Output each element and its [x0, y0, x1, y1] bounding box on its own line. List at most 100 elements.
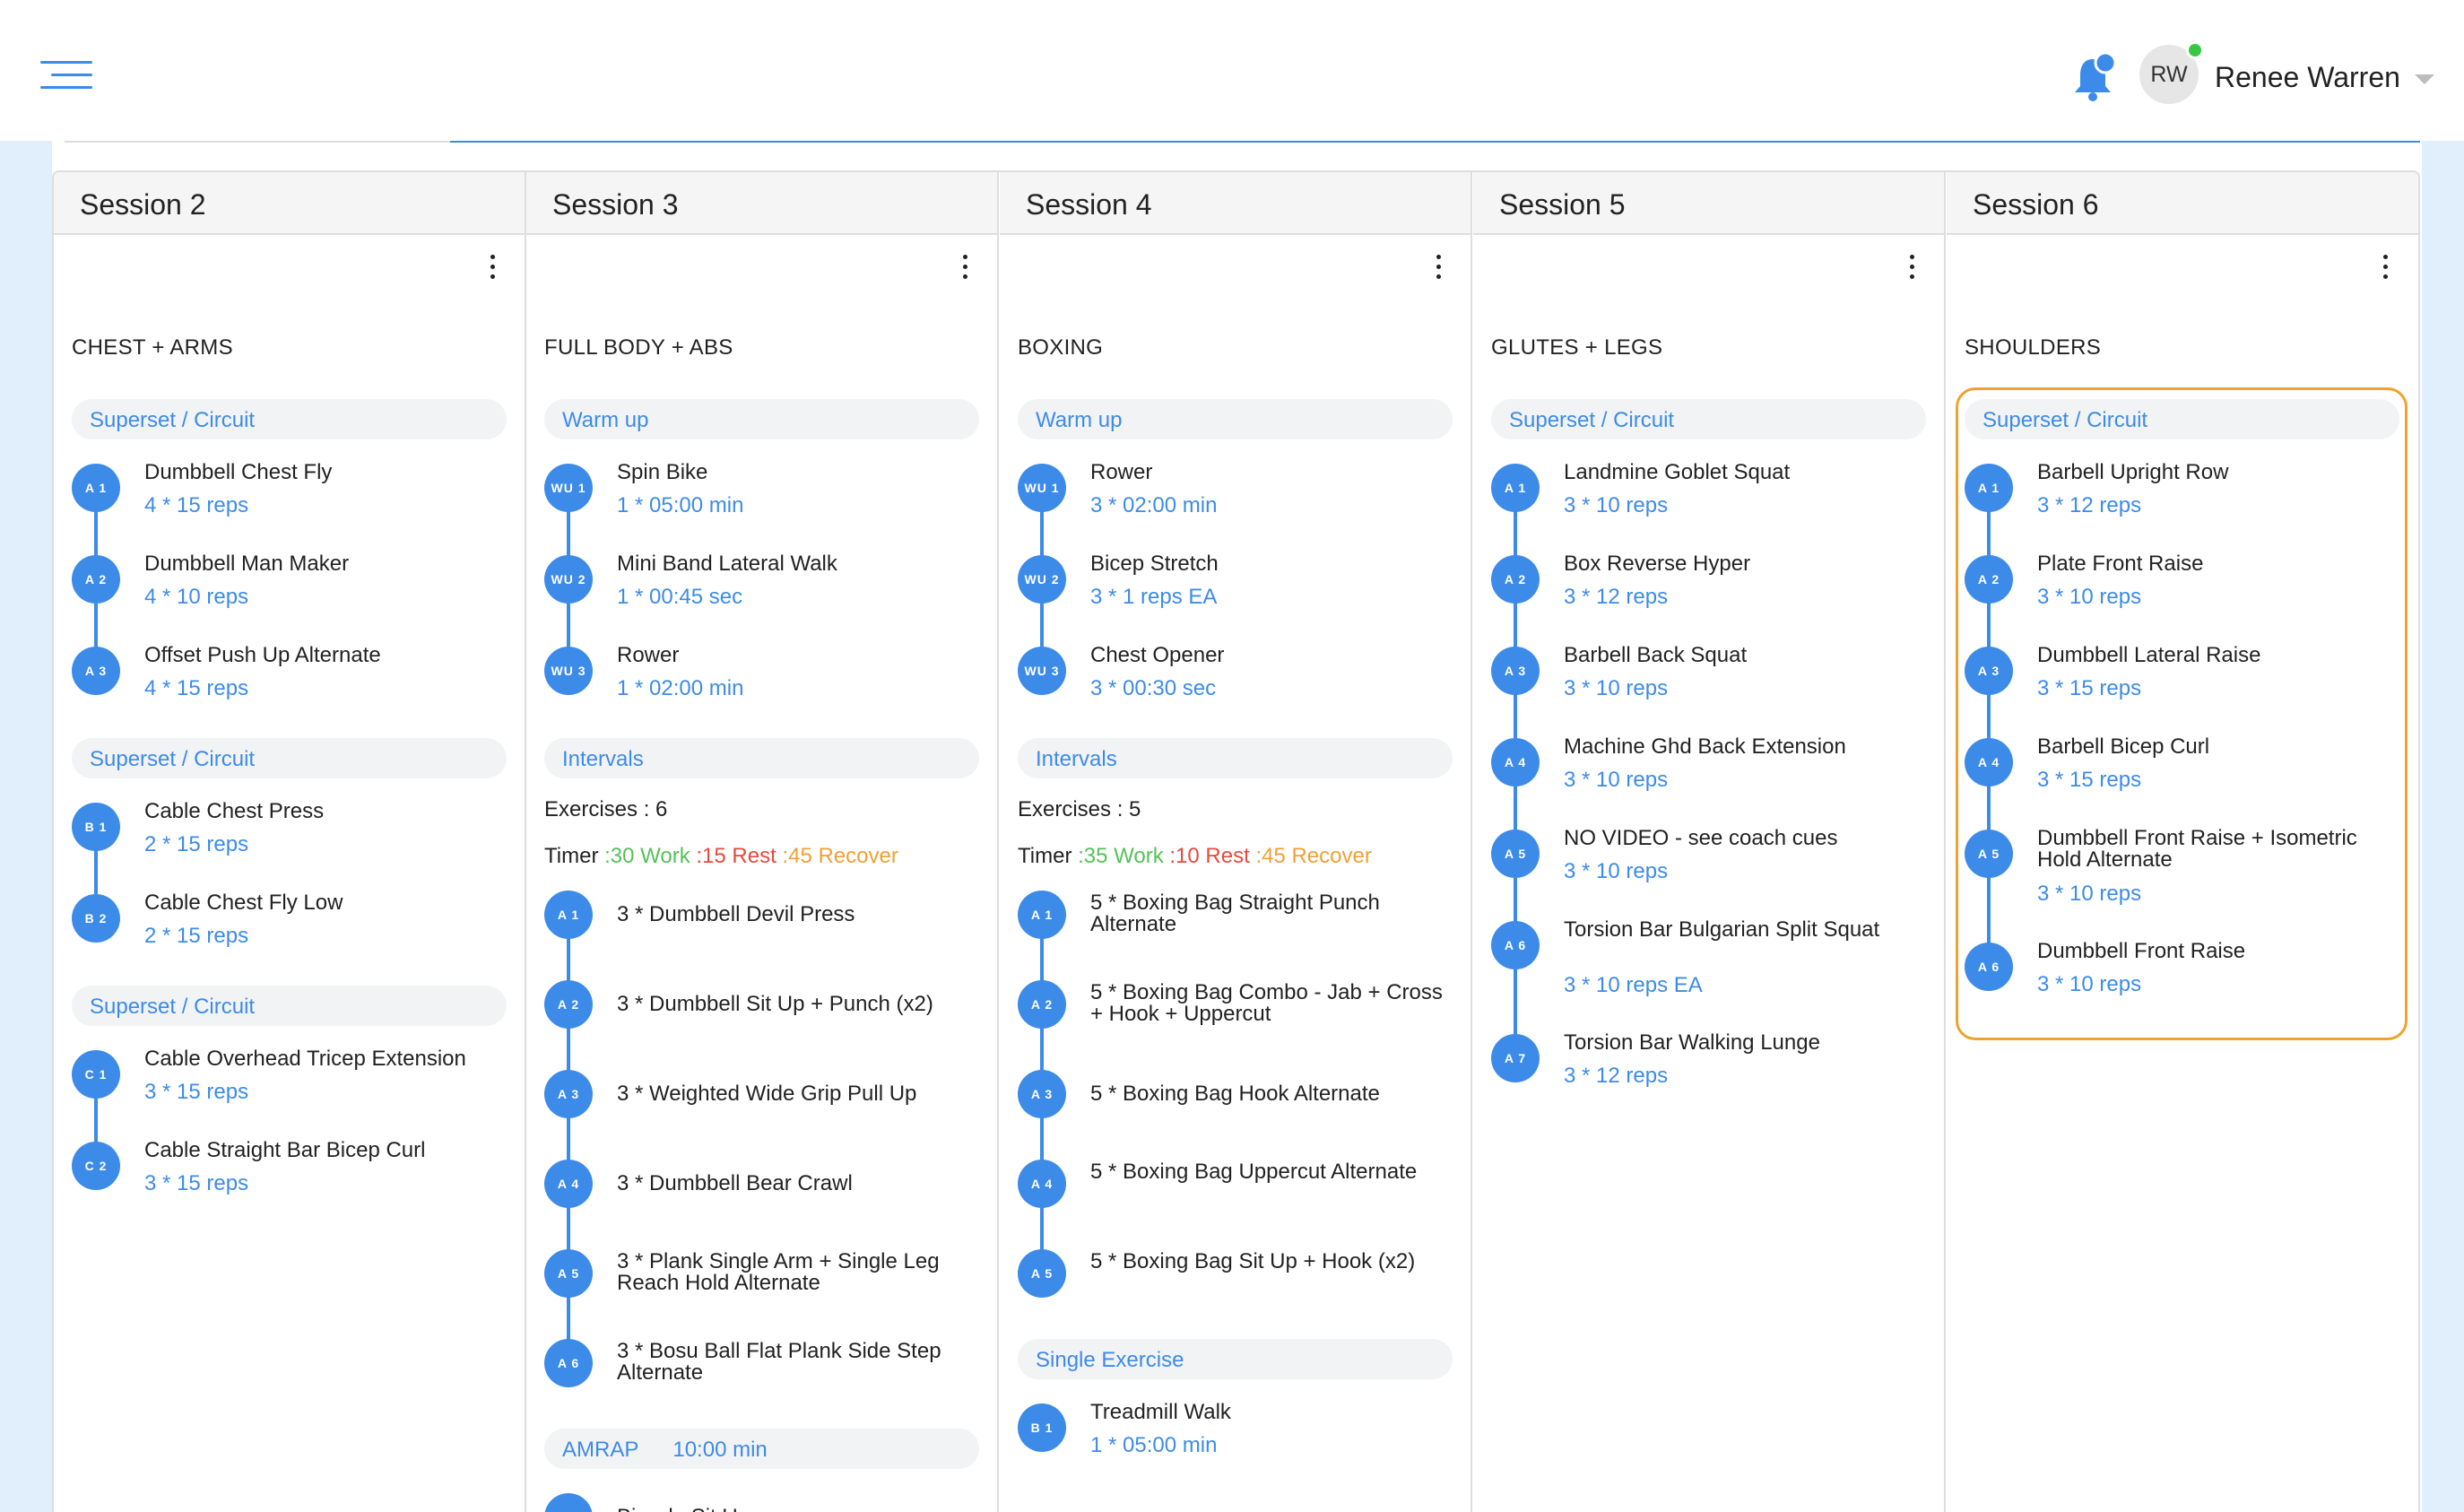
exercise-name[interactable]: Dumbbell Man Maker	[144, 553, 512, 575]
exercise-code-badge[interactable]: A 5	[1491, 830, 1540, 878]
bell-icon[interactable]	[2071, 52, 2118, 102]
exercise-name[interactable]: Torsion Bar Walking Lunge	[1564, 1032, 1931, 1054]
exercise-code-badge[interactable]: A 2	[544, 980, 593, 1029]
exercise-name[interactable]: 3 * Dumbbell Sit Up + Punch (x2)	[617, 994, 985, 1015]
exercise-code-badge[interactable]: A 6	[544, 1339, 593, 1387]
exercise-name[interactable]: Chest Opener	[1090, 645, 1458, 666]
exercise-code-badge[interactable]: A 3	[72, 647, 120, 695]
chevron-down-icon[interactable]	[2415, 74, 2434, 84]
exercise-name[interactable]: 5 * Boxing Bag Sit Up + Hook (x2)	[1090, 1251, 1458, 1273]
exercise-code-badge[interactable]: A 7	[1491, 1034, 1540, 1082]
exercise-name[interactable]: Plate Front Raise	[2037, 553, 2405, 575]
exercise-code-badge[interactable]: A 1	[544, 891, 593, 939]
exercise-code-badge[interactable]: WU 2	[544, 555, 593, 604]
exercise-name[interactable]: Cable Chest Press	[144, 801, 512, 822]
exercise-name[interactable]: Barbell Bicep Curl	[2037, 736, 2405, 758]
exercise-code-badge[interactable]: A 4	[1491, 738, 1540, 786]
session-header[interactable]: Session 2	[54, 172, 525, 235]
exercise-name[interactable]: Box Reverse Hyper	[1564, 553, 1931, 575]
exercise-code-badge[interactable]: A 2	[1491, 555, 1540, 604]
exercise-code-badge[interactable]: A 6	[1965, 943, 2013, 991]
exercise-name[interactable]: Torsion Bar Bulgarian Split Squat	[1564, 919, 1931, 941]
exercise-name[interactable]: Cable Overhead Tricep Extension	[144, 1048, 512, 1070]
session-header[interactable]: Session 5	[1473, 172, 1944, 235]
section-header[interactable]: Superset / Circuit	[1491, 399, 1926, 439]
more-options-icon[interactable]	[1907, 255, 1916, 283]
exercise-name[interactable]: Barbell Upright Row	[2037, 462, 2405, 483]
exercise-name[interactable]: 3 * Plank Single Arm + Single Leg Reach …	[617, 1251, 985, 1294]
exercise-name[interactable]: Treadmill Walk	[1090, 1402, 1458, 1423]
exercise-name[interactable]: Cable Straight Bar Bicep Curl	[144, 1140, 512, 1161]
exercise-code-badge[interactable]: A 2	[72, 555, 120, 604]
exercise-code-badge[interactable]: A 5	[544, 1249, 593, 1298]
exercise-name[interactable]: 5 * Boxing Bag Straight Punch Alternate	[1090, 892, 1458, 935]
exercise-code-badge[interactable]: A 2	[1018, 980, 1066, 1029]
exercise-name[interactable]: Dumbbell Front Raise + Isometric Hold Al…	[2037, 828, 2405, 871]
section-header[interactable]: Warm up	[544, 399, 979, 439]
section-header[interactable]: Superset / Circuit	[72, 986, 507, 1026]
exercise-code-badge[interactable]: A 1	[1965, 464, 2013, 512]
exercise-code-badge[interactable]: A 4	[544, 1160, 593, 1208]
section-header[interactable]: Intervals	[544, 738, 979, 778]
user-name[interactable]: Renee Warren	[2215, 61, 2400, 94]
exercise-name[interactable]: Dumbbell Lateral Raise	[2037, 645, 2405, 666]
exercise-name[interactable]: Bicep Stretch	[1090, 553, 1458, 575]
more-options-icon[interactable]	[2381, 255, 2390, 283]
exercise-name[interactable]: 3 * Dumbbell Devil Press	[617, 904, 985, 925]
session-header[interactable]: Session 6	[1947, 172, 2418, 235]
exercise-name[interactable]: Machine Ghd Back Extension	[1564, 736, 1931, 758]
exercise-name[interactable]: Mini Band Lateral Walk	[617, 553, 985, 575]
exercise-name[interactable]: Dumbbell Front Raise	[2037, 941, 2405, 962]
exercise-code-badge[interactable]: A 1	[1018, 891, 1066, 939]
exercise-code-badge[interactable]: WU 1	[544, 464, 593, 512]
exercise-code-badge[interactable]: A 3	[544, 1070, 593, 1118]
exercise-code-badge[interactable]: A 4	[1018, 1160, 1066, 1208]
exercise-code-badge[interactable]: A 3	[1491, 647, 1540, 695]
exercise-code-badge[interactable]: A 1	[1491, 464, 1540, 512]
exercise-code-badge[interactable]: B 2	[72, 894, 120, 943]
exercise-name[interactable]: Offset Push Up Alternate	[144, 645, 512, 666]
exercise-code-badge[interactable]: A 3	[1965, 647, 2013, 695]
exercise-name[interactable]: NO VIDEO - see coach cues	[1564, 828, 1931, 849]
exercise-code-badge[interactable]: WU 3	[544, 647, 593, 695]
exercise-name[interactable]: 5 * Boxing Bag Hook Alternate	[1090, 1083, 1458, 1105]
session-header[interactable]: Session 4	[1000, 172, 1471, 235]
exercise-name[interactable]: Cable Chest Fly Low	[144, 892, 512, 914]
exercise-code-badge[interactable]: A 3	[1018, 1070, 1066, 1118]
section-header[interactable]: Superset / Circuit	[1965, 399, 2399, 439]
section-header[interactable]: Superset / Circuit	[72, 399, 507, 439]
exercise-code-badge[interactable]: A 5	[1965, 830, 2013, 878]
section-header[interactable]: Superset / Circuit	[72, 738, 507, 778]
exercise-code-badge[interactable]: C 2	[72, 1142, 120, 1190]
exercise-name[interactable]: 3 * Dumbbell Bear Crawl	[617, 1173, 985, 1195]
exercise-code-badge[interactable]: B 1	[72, 803, 120, 851]
exercise-code-badge[interactable]: WU 2	[1018, 555, 1066, 604]
exercise-code-badge[interactable]: B 1	[544, 1493, 593, 1512]
exercise-name[interactable]: Bicycle Sit Up	[617, 1507, 985, 1512]
section-header[interactable]: Warm up	[1018, 399, 1453, 439]
exercise-code-badge[interactable]: WU 1	[1018, 464, 1066, 512]
more-options-icon[interactable]	[960, 255, 969, 283]
exercise-code-badge[interactable]: A 5	[1018, 1249, 1066, 1298]
exercise-code-badge[interactable]: A 4	[1965, 738, 2013, 786]
section-header[interactable]: Intervals	[1018, 738, 1453, 778]
exercise-name[interactable]: Dumbbell Chest Fly	[144, 462, 512, 483]
exercise-code-badge[interactable]: WU 3	[1018, 647, 1066, 695]
section-header[interactable]: AMRAP 10:00 min	[544, 1429, 979, 1469]
exercise-code-badge[interactable]: B 1	[1018, 1403, 1066, 1452]
section-header[interactable]: Single Exercise	[1018, 1339, 1453, 1379]
exercise-name[interactable]: Rower	[617, 645, 985, 666]
exercise-name[interactable]: 5 * Boxing Bag Combo - Jab + Cross + Hoo…	[1090, 982, 1458, 1025]
more-options-icon[interactable]	[488, 255, 497, 283]
more-options-icon[interactable]	[1434, 255, 1443, 283]
menu-icon[interactable]	[40, 61, 92, 90]
exercise-code-badge[interactable]: A 2	[1965, 555, 2013, 604]
exercise-name[interactable]: 3 * Weighted Wide Grip Pull Up	[617, 1083, 985, 1105]
exercise-name[interactable]: 5 * Boxing Bag Uppercut Alternate	[1090, 1161, 1458, 1183]
exercise-name[interactable]: Spin Bike	[617, 462, 985, 483]
session-header[interactable]: Session 3	[526, 172, 997, 235]
exercise-name[interactable]: 3 * Bosu Ball Flat Plank Side Step Alter…	[617, 1341, 985, 1384]
exercise-name[interactable]: Barbell Back Squat	[1564, 645, 1931, 666]
exercise-code-badge[interactable]: A 1	[72, 464, 120, 512]
exercise-code-badge[interactable]: C 1	[72, 1050, 120, 1099]
